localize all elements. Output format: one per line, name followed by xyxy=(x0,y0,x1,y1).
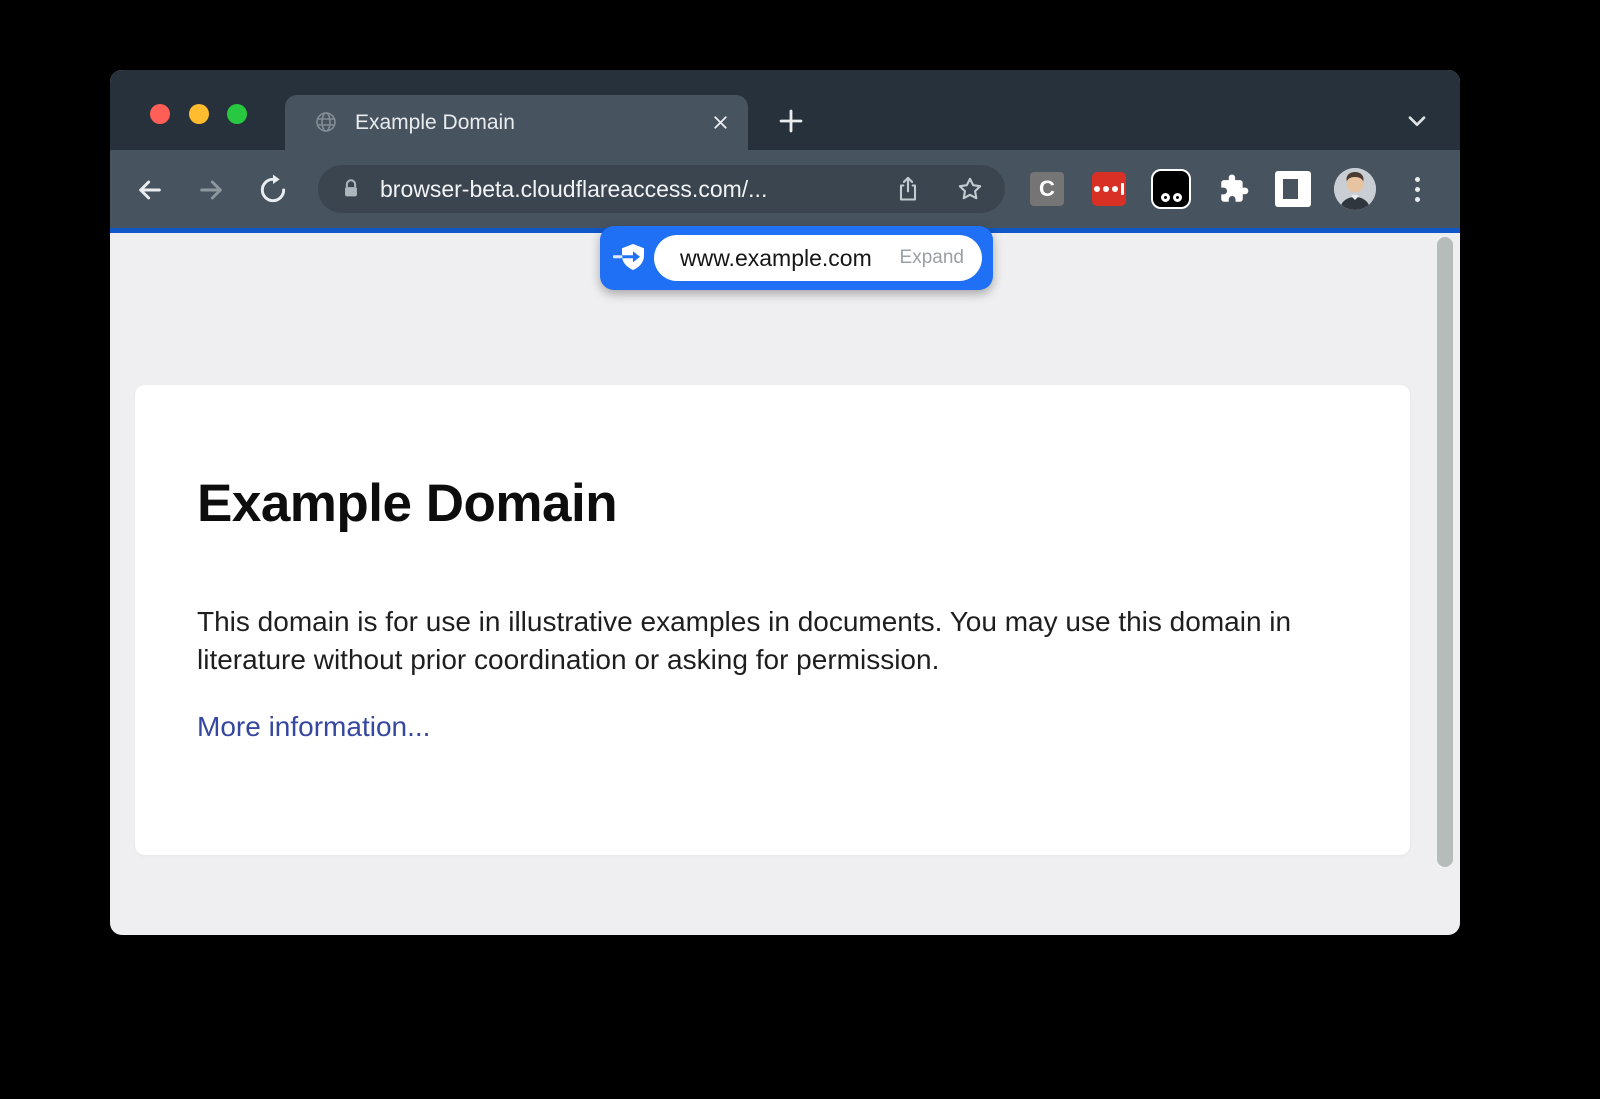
isolated-host-pill[interactable]: www.example.com Expand xyxy=(654,235,982,281)
browser-window: Example Domain xyxy=(110,70,1460,935)
share-icon xyxy=(894,175,922,203)
page-heading: Example Domain xyxy=(197,473,617,534)
isolation-url-widget: www.example.com Expand xyxy=(600,226,993,290)
kebab-menu-icon xyxy=(1415,197,1420,202)
lock-icon[interactable] xyxy=(340,178,362,200)
isolated-host-text: www.example.com xyxy=(680,245,872,272)
back-arrow-icon xyxy=(134,174,166,206)
window-zoom-button[interactable] xyxy=(227,104,247,124)
forward-button[interactable] xyxy=(195,174,227,206)
profile-avatar-button[interactable] xyxy=(1334,168,1376,210)
lens-icon xyxy=(1161,193,1170,202)
bookmark-star-button[interactable] xyxy=(956,175,984,203)
plus-icon xyxy=(774,104,808,138)
star-icon xyxy=(956,175,984,203)
scrollbar-thumb[interactable] xyxy=(1437,237,1453,867)
shield-arrow-icon xyxy=(613,243,647,273)
puzzle-piece-icon xyxy=(1216,172,1250,206)
dot-icon xyxy=(1103,186,1109,192)
page-paragraph: This domain is for use in illustrative e… xyxy=(197,603,1357,679)
globe-favicon-icon xyxy=(314,110,338,134)
reload-icon xyxy=(257,174,289,206)
goggles-extension-button[interactable] xyxy=(1151,169,1191,209)
url-text: browser-beta.cloudflareaccess.com/... xyxy=(380,165,767,213)
forward-arrow-icon xyxy=(195,174,227,206)
back-button[interactable] xyxy=(134,174,166,206)
chevron-down-icon xyxy=(1402,106,1432,134)
kebab-menu-icon xyxy=(1415,177,1420,182)
new-tab-button[interactable] xyxy=(774,104,808,138)
close-icon xyxy=(710,112,731,133)
content-card: Example Domain This domain is for use in… xyxy=(135,385,1410,855)
reload-button[interactable] xyxy=(257,174,289,206)
tab-close-button[interactable] xyxy=(710,112,731,133)
extensions-menu-button[interactable] xyxy=(1216,172,1250,206)
tab-example-domain[interactable]: Example Domain xyxy=(285,95,748,150)
share-button[interactable] xyxy=(894,175,922,203)
expand-button[interactable]: Expand xyxy=(900,247,964,269)
more-information-link[interactable]: More information... xyxy=(197,711,430,743)
dot-icon xyxy=(1094,186,1100,192)
dot-icon xyxy=(1112,186,1118,192)
tab-strip: Example Domain xyxy=(110,70,1460,150)
kebab-menu-icon xyxy=(1415,187,1420,192)
cursor-bar-icon xyxy=(1121,183,1124,195)
c-extension-button[interactable]: C xyxy=(1030,172,1064,206)
browser-toolbar: browser-beta.cloudflareaccess.com/... C xyxy=(110,150,1460,228)
tab-search-chevron-button[interactable] xyxy=(1402,106,1432,134)
window-close-button[interactable] xyxy=(150,104,170,124)
address-bar[interactable]: browser-beta.cloudflareaccess.com/... xyxy=(318,165,1005,213)
lens-icon xyxy=(1173,193,1182,202)
side-panel-icon xyxy=(1283,179,1298,199)
window-minimize-button[interactable] xyxy=(189,104,209,124)
password-manager-extension-button[interactable] xyxy=(1092,172,1126,206)
browser-menu-button[interactable] xyxy=(1406,172,1428,206)
side-panel-button[interactable] xyxy=(1275,171,1311,207)
avatar xyxy=(1334,168,1376,210)
tab-title: Example Domain xyxy=(355,95,515,150)
